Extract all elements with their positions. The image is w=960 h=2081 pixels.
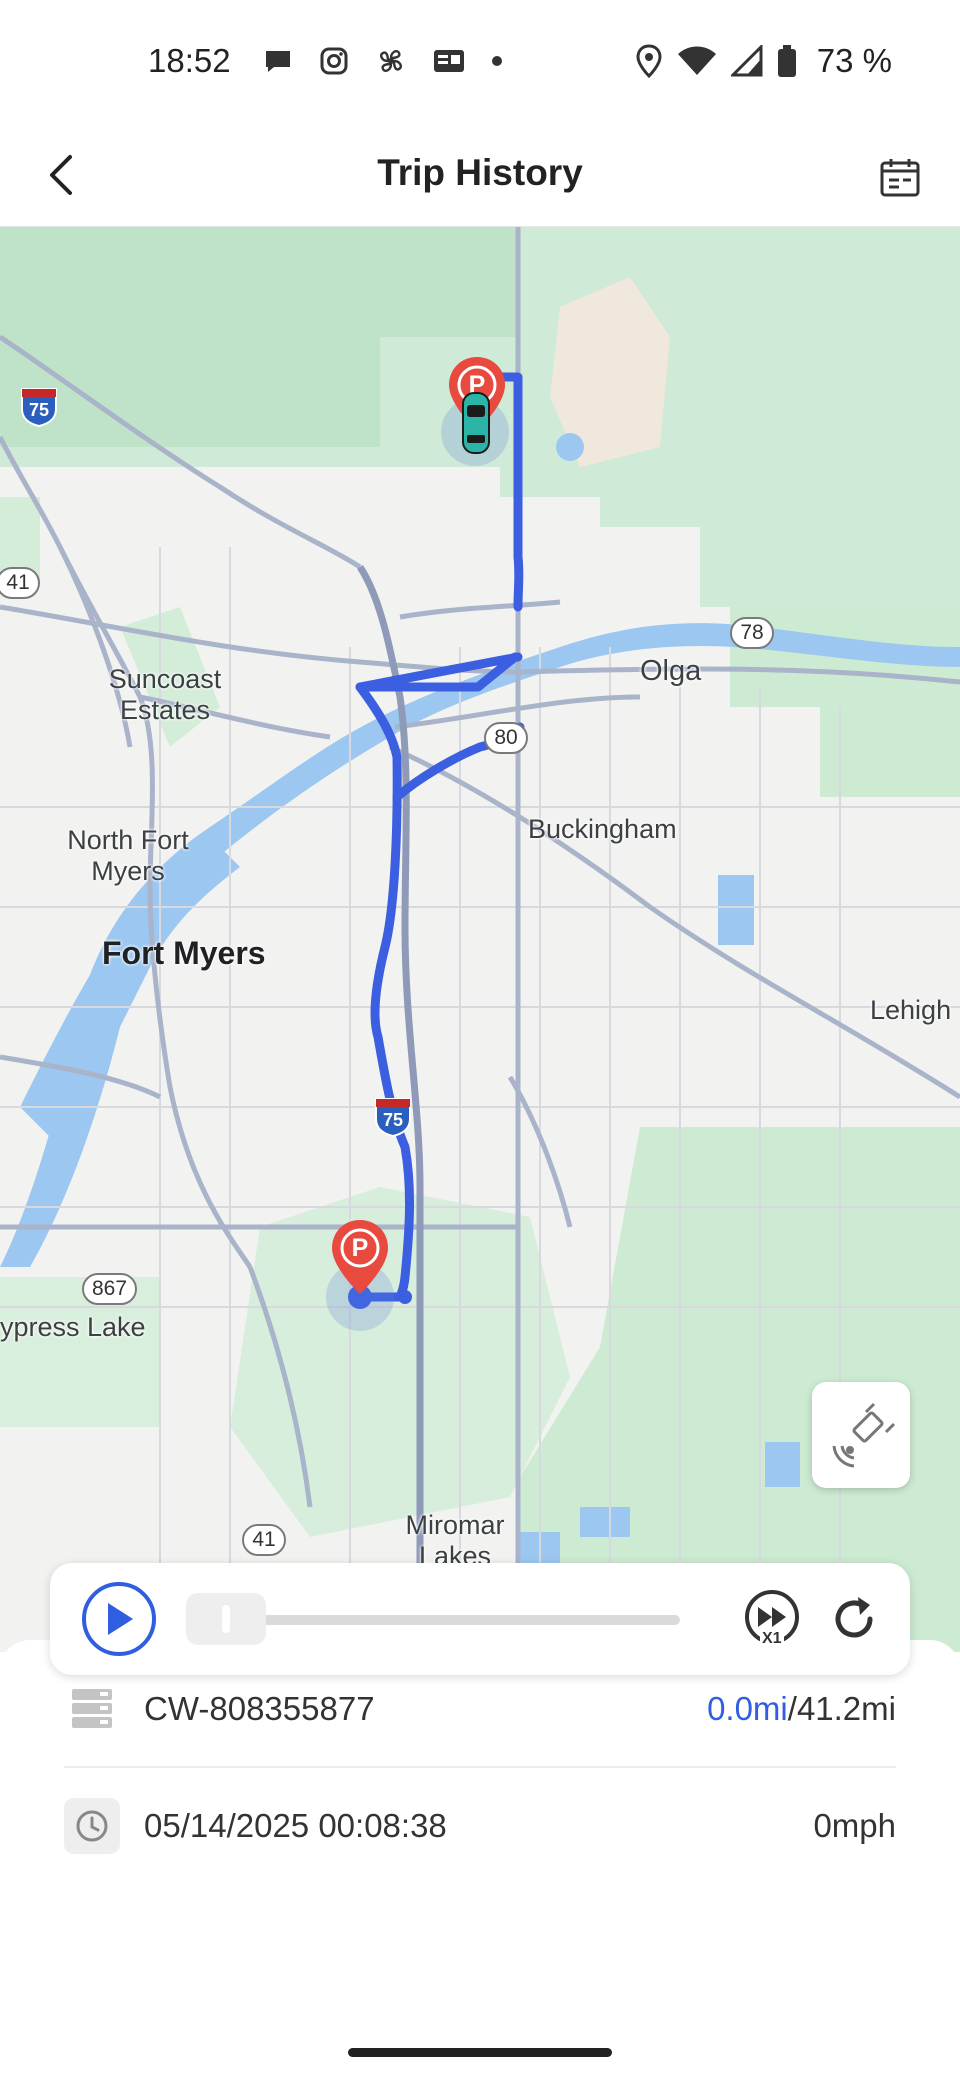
status-bar: 18:52 73 %: [0, 0, 960, 125]
play-button[interactable]: [82, 1582, 156, 1656]
clock-icon: [64, 1798, 120, 1854]
page-title: Trip History: [377, 152, 583, 193]
route-shield: 41: [242, 1524, 286, 1556]
map-label-lehigh: Lehigh: [870, 995, 952, 1025]
system-icons: 73 %: [635, 42, 892, 80]
calendar-button[interactable]: [870, 147, 930, 207]
satellite-icon: [832, 1402, 896, 1468]
device-icon: [64, 1681, 120, 1737]
map-label-suncoast: Suncoast Estates: [108, 664, 222, 726]
battery-icon: [777, 45, 796, 77]
chat-icon: [266, 51, 290, 72]
route-shield: 78: [730, 617, 774, 649]
pinwheel-icon: [380, 50, 402, 72]
signal-icon: [730, 45, 763, 77]
interstate-shield: 75: [20, 387, 58, 428]
calendar-icon: [880, 159, 920, 197]
interstate-number: 75: [382, 1110, 404, 1130]
route-shield: 867: [82, 1273, 138, 1305]
trip-speed: 0mph: [813, 1807, 896, 1844]
home-indicator[interactable]: [348, 2048, 612, 2057]
dot-icon: [492, 56, 502, 66]
device-row: CW-808355877 0.0mi/41.2mi: [64, 1652, 896, 1768]
map-label-buckingham: Buckingham: [528, 814, 677, 844]
time-row: 05/14/2025 00:08:38 0mph: [64, 1768, 896, 1884]
news-icon: [434, 50, 464, 72]
battery-percent: 73 %: [816, 42, 892, 79]
map-label-north-fort-myers: North Fort Myers: [67, 825, 189, 887]
map-label-cypress-lake: ypress Lake: [0, 1312, 146, 1342]
location-icon: [636, 44, 662, 78]
interstate-number: 75: [28, 400, 50, 420]
status-time: 18:52: [148, 42, 231, 79]
route-shield: 80: [484, 722, 528, 754]
playback-speed-label: X1: [760, 1630, 784, 1648]
distance-current: 0.0mi: [707, 1690, 788, 1727]
playback-slider-thumb[interactable]: [186, 1593, 266, 1645]
satellite-toggle-button[interactable]: [812, 1382, 910, 1488]
device-id: CW-808355877: [144, 1690, 375, 1727]
wifi-icon: [677, 46, 716, 75]
app-header: Trip History: [0, 125, 960, 227]
car-marker[interactable]: [461, 391, 491, 455]
parking-marker-label: P: [351, 1234, 369, 1262]
notification-icons: [262, 44, 504, 78]
interstate-shield: 75: [374, 1097, 412, 1138]
replay-icon[interactable]: [824, 1589, 884, 1649]
distance-separator: /: [787, 1690, 797, 1727]
instagram-icon: [320, 47, 348, 75]
play-icon: [108, 1603, 133, 1635]
map-label-fort-myers: Fort Myers: [102, 935, 266, 971]
map-label-olga: Olga: [640, 655, 702, 687]
parking-marker-start[interactable]: P: [329, 1218, 391, 1298]
route-shield: 41: [0, 567, 40, 599]
distance-total: 41.2mi: [796, 1690, 896, 1727]
trip-distance: 0.0mi/41.2mi: [707, 1690, 896, 1728]
trip-datetime: 05/14/2025 00:08:38: [144, 1807, 447, 1844]
